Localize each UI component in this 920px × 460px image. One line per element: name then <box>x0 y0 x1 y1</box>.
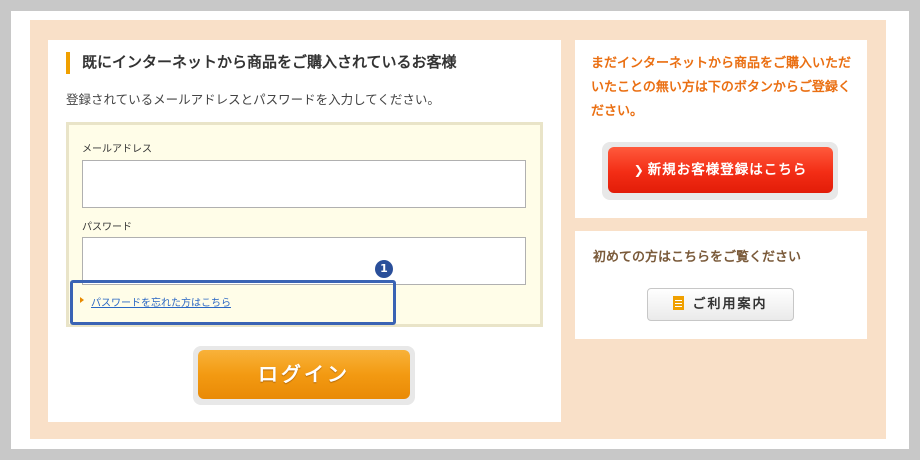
register-button-label: 新規お客様登録はこちら <box>647 162 808 178</box>
annotation-number-badge: 1 <box>375 260 393 278</box>
login-button[interactable]: ログイン <box>198 350 410 399</box>
new-customer-message: まだインターネットから商品をご購入いただいたことの無い方は下のボタンからご登録く… <box>591 56 852 119</box>
register-button[interactable]: ❯ 新規お客様登録はこちら <box>608 147 833 193</box>
chevron-right-icon: ❯ <box>633 163 645 177</box>
user-guide-button[interactable]: ご利用案内 <box>647 288 794 321</box>
password-field[interactable] <box>82 237 526 285</box>
password-label: パスワード <box>82 222 132 233</box>
user-guide-label: ご利用案内 <box>692 297 768 312</box>
document-icon <box>673 296 685 310</box>
annotation-highlight-box <box>70 280 396 325</box>
email-field[interactable] <box>82 160 526 208</box>
email-label: メールアドレス <box>82 144 152 155</box>
login-instruction: 登録されているメールアドレスとパスワードを入力してください。 <box>66 92 440 107</box>
existing-customer-heading: 既にインターネットから商品をご購入されているお客様 <box>66 52 457 74</box>
guide-title: 初めての方はこちらをご覧ください <box>593 250 802 265</box>
